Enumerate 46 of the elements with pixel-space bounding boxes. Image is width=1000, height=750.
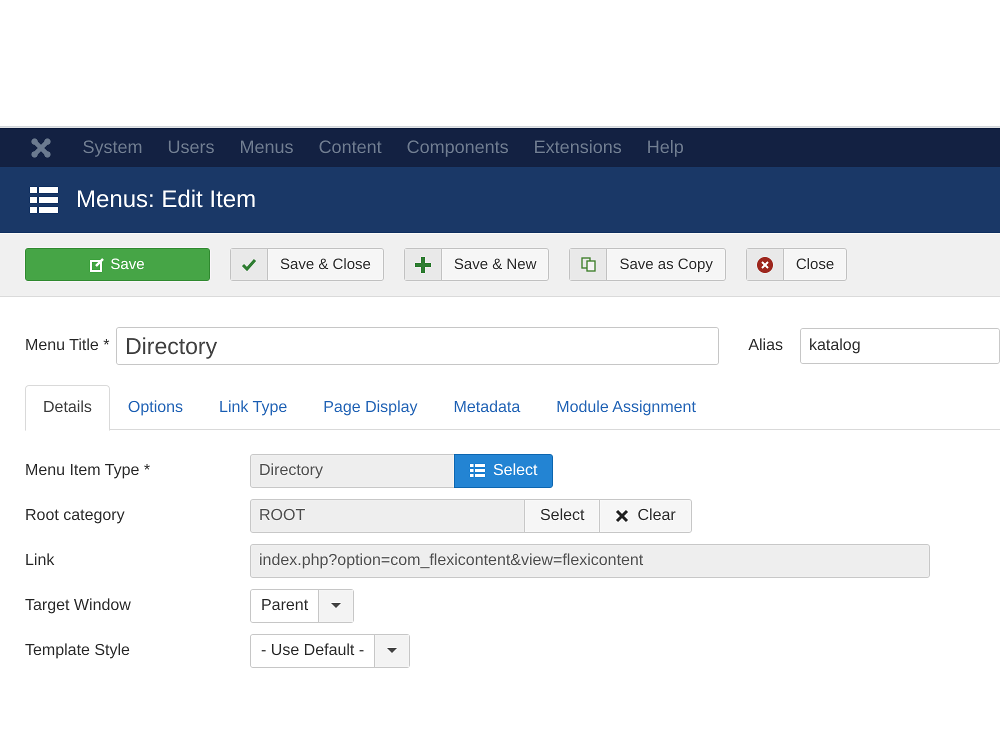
alias-input[interactable]: katalog bbox=[800, 328, 1000, 364]
toolbar-button[interactable]: Close bbox=[746, 248, 848, 281]
list-icon bbox=[470, 464, 485, 477]
nav-menu-item[interactable]: Extensions bbox=[521, 137, 634, 158]
readonly-input[interactable]: index.php?option=com_flexicontent&view=flexicontent bbox=[250, 544, 930, 578]
edit-icon bbox=[90, 258, 104, 272]
nav-menu-item[interactable]: Menus bbox=[227, 137, 306, 158]
field-label: Template Style bbox=[25, 642, 131, 660]
page-title: Menus: Edit Item bbox=[76, 186, 256, 214]
list-icon bbox=[30, 187, 58, 213]
nav-menu-item[interactable]: System bbox=[70, 137, 156, 158]
toolbar-button[interactable]: Save & Close bbox=[230, 248, 384, 281]
readonly-input[interactable]: ROOT bbox=[250, 498, 525, 532]
field-label: Link bbox=[25, 552, 56, 570]
caret-icon bbox=[387, 648, 398, 653]
tab[interactable]: Page Display bbox=[305, 385, 436, 429]
plus-icon bbox=[414, 256, 431, 272]
field-button[interactable]: Select bbox=[454, 454, 554, 488]
field-label: Menu Title * bbox=[25, 337, 110, 355]
field-label: Root category bbox=[25, 506, 126, 524]
logo-icon[interactable] bbox=[30, 136, 52, 158]
cancel-icon bbox=[756, 256, 773, 272]
dropdown[interactable]: - Use Default - bbox=[250, 634, 410, 668]
tab[interactable]: Details bbox=[25, 385, 110, 431]
toolbar-button[interactable]: Save & New bbox=[404, 248, 550, 281]
menu-title-input[interactable]: Directory bbox=[116, 327, 720, 365]
field-button[interactable]: Select bbox=[524, 498, 600, 532]
field-label: Alias bbox=[748, 337, 783, 355]
nav-menu-item[interactable]: Help bbox=[634, 137, 696, 158]
dropdown[interactable]: Parent bbox=[250, 588, 354, 622]
field-label: Target Window bbox=[25, 596, 132, 614]
tab[interactable]: Metadata bbox=[436, 385, 538, 429]
field-button[interactable]: Clear bbox=[599, 498, 692, 532]
nav-menu-item[interactable]: Users bbox=[155, 137, 228, 158]
nav-menu-item[interactable]: Components bbox=[394, 137, 522, 158]
tab[interactable]: Module Assignment bbox=[538, 385, 714, 429]
tab[interactable]: Link Type bbox=[201, 385, 306, 429]
caret-icon bbox=[331, 603, 342, 608]
nav-menu-item[interactable]: Content bbox=[306, 137, 394, 158]
readonly-input[interactable]: Directory bbox=[250, 454, 455, 488]
tab[interactable]: Options bbox=[110, 385, 202, 429]
copy-icon bbox=[580, 257, 596, 272]
toolbar-button[interactable]: Save as Copy bbox=[569, 248, 726, 281]
field-label: Menu Item Type * bbox=[25, 462, 152, 480]
close-icon bbox=[615, 508, 630, 522]
check-icon bbox=[242, 258, 256, 270]
